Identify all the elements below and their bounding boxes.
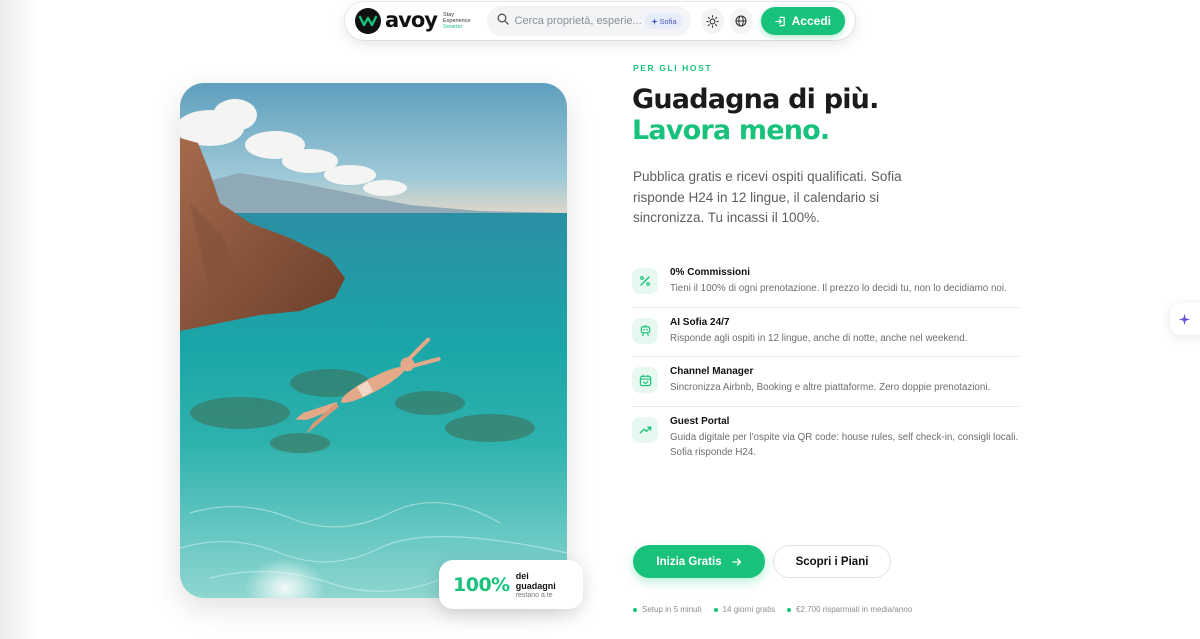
feature-title: Channel Manager (670, 366, 754, 377)
perk-text: €2.700 risparmiati in media/anno (796, 605, 913, 614)
search-input[interactable] (514, 15, 645, 27)
feature-item: AI Sofia 24/7 Risponde agli ospiti in 12… (632, 308, 1020, 357)
theme-toggle-button[interactable] (700, 8, 724, 34)
feature-item: 0% Commissioni Tieni il 100% di ogni pre… (632, 258, 1020, 308)
sofia-ai-badge[interactable]: Sofia (644, 13, 683, 29)
login-icon (774, 16, 785, 26)
lead-paragraph: Pubblica gratis e ricevi ospiti qualific… (633, 169, 902, 225)
earnings-stat-card: 100% dei guadagni restano a te (439, 560, 583, 609)
percent-icon (632, 268, 658, 294)
calendar-sync-icon (632, 367, 658, 393)
start-free-label: Inizia Gratis (656, 555, 722, 568)
arrow-right-icon (731, 557, 741, 566)
headline-line-1: Guadagna di più. (632, 84, 879, 115)
stat-sub: restano a te (515, 591, 553, 599)
login-button[interactable]: Accedi (760, 7, 845, 35)
bullet-dot-icon (787, 607, 792, 612)
left-edge-shadow (0, 0, 40, 639)
globe-icon (735, 15, 747, 27)
perk-item: 14 giorni gratis (713, 605, 776, 614)
perk-text: 14 giorni gratis (722, 605, 776, 614)
sparkle-icon (1178, 313, 1191, 325)
brand-tagline: Stay Experience Smarter (443, 12, 471, 30)
feature-title: Guest Portal (670, 415, 730, 427)
perk-item: €2.700 risparmiati in media/anno (787, 605, 912, 614)
stat-label: dei guadagni (515, 570, 556, 591)
language-button[interactable] (729, 8, 753, 34)
start-free-button[interactable]: Inizia Gratis (633, 545, 765, 578)
headline-line-2: Lavora meno. (632, 115, 830, 146)
feature-description: Tieni il 100% di ogni prenotazione. Il p… (670, 283, 1007, 294)
trending-up-icon (632, 416, 658, 443)
sparkle-icon (650, 17, 658, 25)
feature-body: AI Sofia 24/7 Risponde agli ospiti in 12… (670, 316, 1020, 347)
search-bar[interactable]: Sofia (486, 6, 691, 36)
perk-item: Setup in 5 minuti (633, 605, 702, 614)
top-navbar: avoy Stay Experience Smarter Sofia (345, 2, 855, 40)
feature-body: 0% Commissioni Tieni il 100% di ogni pre… (670, 266, 1020, 297)
bullet-dot-icon (633, 607, 637, 612)
feature-body: Channel Manager Sincronizza Airbnb, Book… (670, 365, 1020, 396)
feature-description: Sincronizza Airbnb, Booking e altre piat… (670, 382, 991, 393)
brand-name: avoy (385, 7, 438, 32)
robot-icon (632, 317, 658, 344)
brand-logo[interactable]: avoy Stay Experience Smarter (355, 8, 471, 34)
feature-body: Guest Portal Guida digitale per l'ospite… (670, 415, 1020, 461)
feature-item: Channel Manager Sincronizza Airbnb, Book… (632, 357, 1020, 407)
brand-tagline-3: Smarter (442, 24, 463, 30)
feature-description: Guida digitale per l'ospite via QR code:… (670, 431, 1019, 459)
stat-text: dei guadagni restano a te (516, 571, 571, 599)
stat-value: 100% (453, 573, 510, 596)
sun-icon (705, 14, 719, 28)
perks-list: Setup in 5 minuti 14 giorni gratis €2.70… (633, 605, 912, 614)
feature-item: Guest Portal Guida digitale per l'ospite… (632, 407, 1020, 471)
feature-title: AI Sofia 24/7 (670, 316, 730, 328)
feature-title: 0% Commissioni (670, 267, 751, 278)
logo-mark-icon (355, 8, 381, 34)
hero-photo-swimmer-sea (180, 83, 567, 598)
discover-plans-button[interactable]: Scopri i Piani (773, 545, 891, 578)
feature-list: 0% Commissioni Tieni il 100% di ogni pre… (632, 258, 1020, 471)
perk-text: Setup in 5 minuti (642, 605, 702, 614)
feature-description: Risponde agli ospiti in 12 lingue, anche… (670, 332, 968, 344)
discover-plans-label: Scopri i Piani (795, 555, 869, 568)
sofia-badge-label: Sofia (659, 16, 677, 26)
page-headline: Guadagna di più. Lavora meno. (632, 84, 879, 146)
ai-assistant-tab[interactable] (1170, 303, 1200, 335)
bullet-dot-icon (713, 607, 718, 612)
section-eyebrow: PER GLI HOST (633, 63, 713, 73)
search-icon (497, 12, 509, 30)
login-label: Accedi (791, 14, 831, 28)
